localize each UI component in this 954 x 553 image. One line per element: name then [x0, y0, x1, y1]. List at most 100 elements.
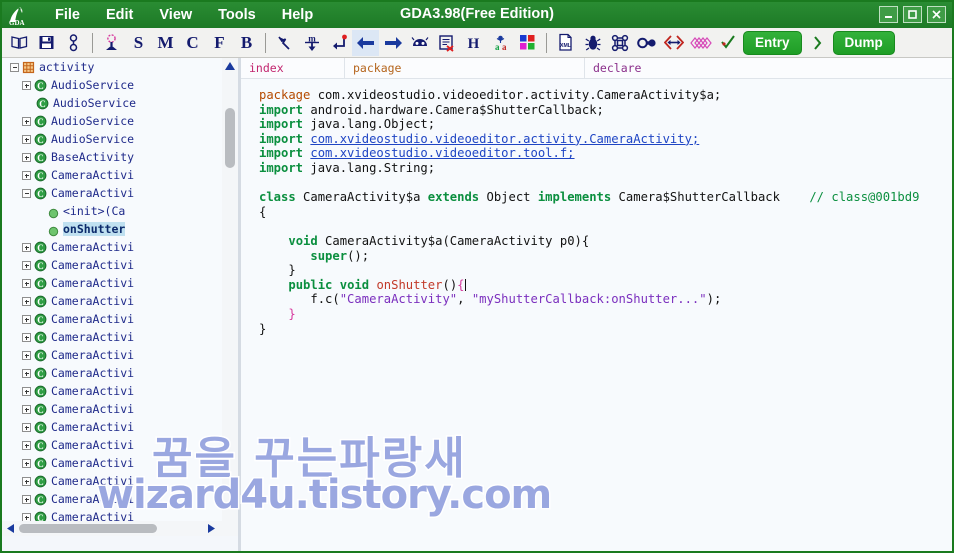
expand-toggle-icon[interactable] [22, 422, 31, 432]
expand-toggle-icon[interactable] [22, 368, 31, 378]
expand-toggle-icon[interactable] [22, 242, 31, 252]
menu-tools[interactable]: Tools [205, 3, 269, 27]
hex-h-icon[interactable]: H [460, 30, 487, 56]
tree-row[interactable]: C BaseActivity [2, 148, 238, 166]
expand-toggle-icon[interactable] [22, 494, 31, 504]
collapse-toggle-icon[interactable] [22, 188, 31, 198]
menu-file[interactable]: File [42, 3, 93, 27]
tree-row[interactable]: C AudioService [2, 130, 238, 148]
expand-toggle-icon[interactable] [22, 278, 31, 288]
dump-button[interactable]: Dump [832, 30, 895, 55]
tree-horizontal-scrollbar[interactable] [2, 521, 238, 536]
tree-row[interactable]: C CameraActivi [2, 256, 238, 274]
menu-edit[interactable]: Edit [93, 3, 146, 27]
link-chain-icon[interactable] [60, 30, 87, 56]
save-floppy-icon[interactable] [33, 30, 60, 56]
color-grid-icon[interactable] [514, 30, 541, 56]
tab-package[interactable]: package [345, 58, 585, 79]
forward-arrow-icon[interactable] [379, 30, 406, 56]
mesh-icon[interactable] [687, 30, 714, 56]
search-lamp-icon[interactable] [98, 30, 125, 56]
tree-row[interactable]: C CameraActivi [2, 490, 238, 508]
key-icon[interactable] [633, 30, 660, 56]
tree-row[interactable]: C CameraActivi [2, 454, 238, 472]
open-book-icon[interactable] [6, 30, 33, 56]
expand-toggle-icon[interactable] [22, 152, 31, 162]
expand-toggle-icon[interactable] [22, 332, 31, 342]
scroll-left-arrow[interactable] [3, 522, 17, 535]
expand-toggle-icon[interactable] [22, 260, 31, 270]
tree-row[interactable]: onShutter [2, 220, 238, 238]
tree-root-node[interactable]: activity [2, 58, 238, 76]
tree-row[interactable]: C CameraActivi [2, 436, 238, 454]
expand-toggle-icon[interactable] [22, 314, 31, 324]
expand-toggle-icon[interactable] [22, 350, 31, 360]
check-icon[interactable] [714, 30, 741, 56]
tree-row[interactable]: C AudioService [2, 112, 238, 130]
tree-row[interactable]: C CameraActivi [2, 292, 238, 310]
expand-toggle-icon[interactable] [22, 170, 31, 180]
tab-declare[interactable]: declare [585, 58, 952, 79]
tree-row[interactable]: C AudioService [2, 76, 238, 94]
scroll-up-arrow[interactable] [222, 58, 238, 73]
tree-item-label: activity [39, 60, 95, 74]
entry-button[interactable]: Entry [743, 30, 802, 55]
tree-row[interactable]: <init>(Ca [2, 202, 238, 220]
tree-item-label: CameraActivi [51, 348, 135, 362]
enter-return-icon[interactable] [325, 30, 352, 56]
class-search-icon[interactable]: C [179, 30, 206, 56]
method-down-icon[interactable]: m [298, 30, 325, 56]
xml-file-icon[interactable]: XML [552, 30, 579, 56]
debug-bug-icon[interactable] [579, 30, 606, 56]
tree-row[interactable]: C CameraActivi [2, 238, 238, 256]
expand-toggle-icon[interactable] [22, 440, 31, 450]
maximize-button[interactable] [903, 6, 922, 23]
method-search-icon[interactable]: M [152, 30, 179, 56]
more-chevron-icon[interactable] [804, 30, 831, 56]
expand-toggle-icon[interactable] [22, 116, 31, 126]
cross-ref-icon[interactable] [660, 30, 687, 56]
command-icon[interactable] [606, 30, 633, 56]
menu-view[interactable]: View [146, 3, 205, 27]
tree-row[interactable]: C CameraActivi [2, 346, 238, 364]
string-search-icon[interactable]: S [125, 30, 152, 56]
menu-help[interactable]: Help [269, 3, 326, 27]
delete-note-icon[interactable] [433, 30, 460, 56]
expand-toggle-icon[interactable] [22, 476, 31, 486]
text-color-icon[interactable]: a a [487, 30, 514, 56]
bytecode-search-icon[interactable]: B [233, 30, 260, 56]
scroll-right-arrow[interactable] [204, 522, 218, 535]
field-search-icon[interactable]: F [206, 30, 233, 56]
tree-row[interactable]: C CameraActivi [2, 274, 238, 292]
expand-toggle-icon[interactable] [22, 134, 31, 144]
tree-row[interactable]: C CameraActivi [2, 472, 238, 490]
expand-toggle-icon[interactable] [22, 458, 31, 468]
tree-row[interactable]: C CameraActivi [2, 418, 238, 436]
tree-scroll-thumb[interactable] [225, 108, 235, 168]
tree-item-label: CameraActivi [51, 186, 135, 200]
expand-toggle-icon[interactable] [22, 80, 31, 90]
tab-index[interactable]: index [241, 58, 345, 79]
tree-row[interactable]: C CameraActivi [2, 310, 238, 328]
tree-row[interactable]: C AudioService [2, 94, 238, 112]
tree-row[interactable]: C CameraActivi [2, 382, 238, 400]
back-arrow-icon[interactable] [352, 29, 379, 56]
expand-toggle-icon[interactable] [22, 386, 31, 396]
android-robot-icon[interactable] [406, 30, 433, 56]
pin-arrow-icon[interactable] [271, 30, 298, 56]
expand-toggle-icon[interactable] [22, 296, 31, 306]
tree-row[interactable]: C CameraActivi [2, 364, 238, 382]
tree-row[interactable]: C CameraActivi [2, 400, 238, 418]
tree-row[interactable]: C CameraActivi [2, 328, 238, 346]
collapse-toggle-icon[interactable] [10, 62, 19, 72]
close-button[interactable] [927, 6, 946, 23]
expand-toggle-icon[interactable] [22, 404, 31, 414]
class-tree-panel[interactable]: activity C AudioService C AudioService C Audio… [2, 58, 238, 536]
svg-text:C: C [37, 405, 44, 415]
tree-hscroll-thumb[interactable] [19, 524, 157, 533]
tree-row[interactable]: C CameraActivi [2, 166, 238, 184]
code-view[interactable]: package com.xvideostudio.videoeditor.act… [241, 82, 952, 551]
minimize-button[interactable] [879, 6, 898, 23]
tree-vertical-scrollbar[interactable] [222, 58, 238, 536]
tree-row[interactable]: C CameraActivi [2, 184, 238, 202]
